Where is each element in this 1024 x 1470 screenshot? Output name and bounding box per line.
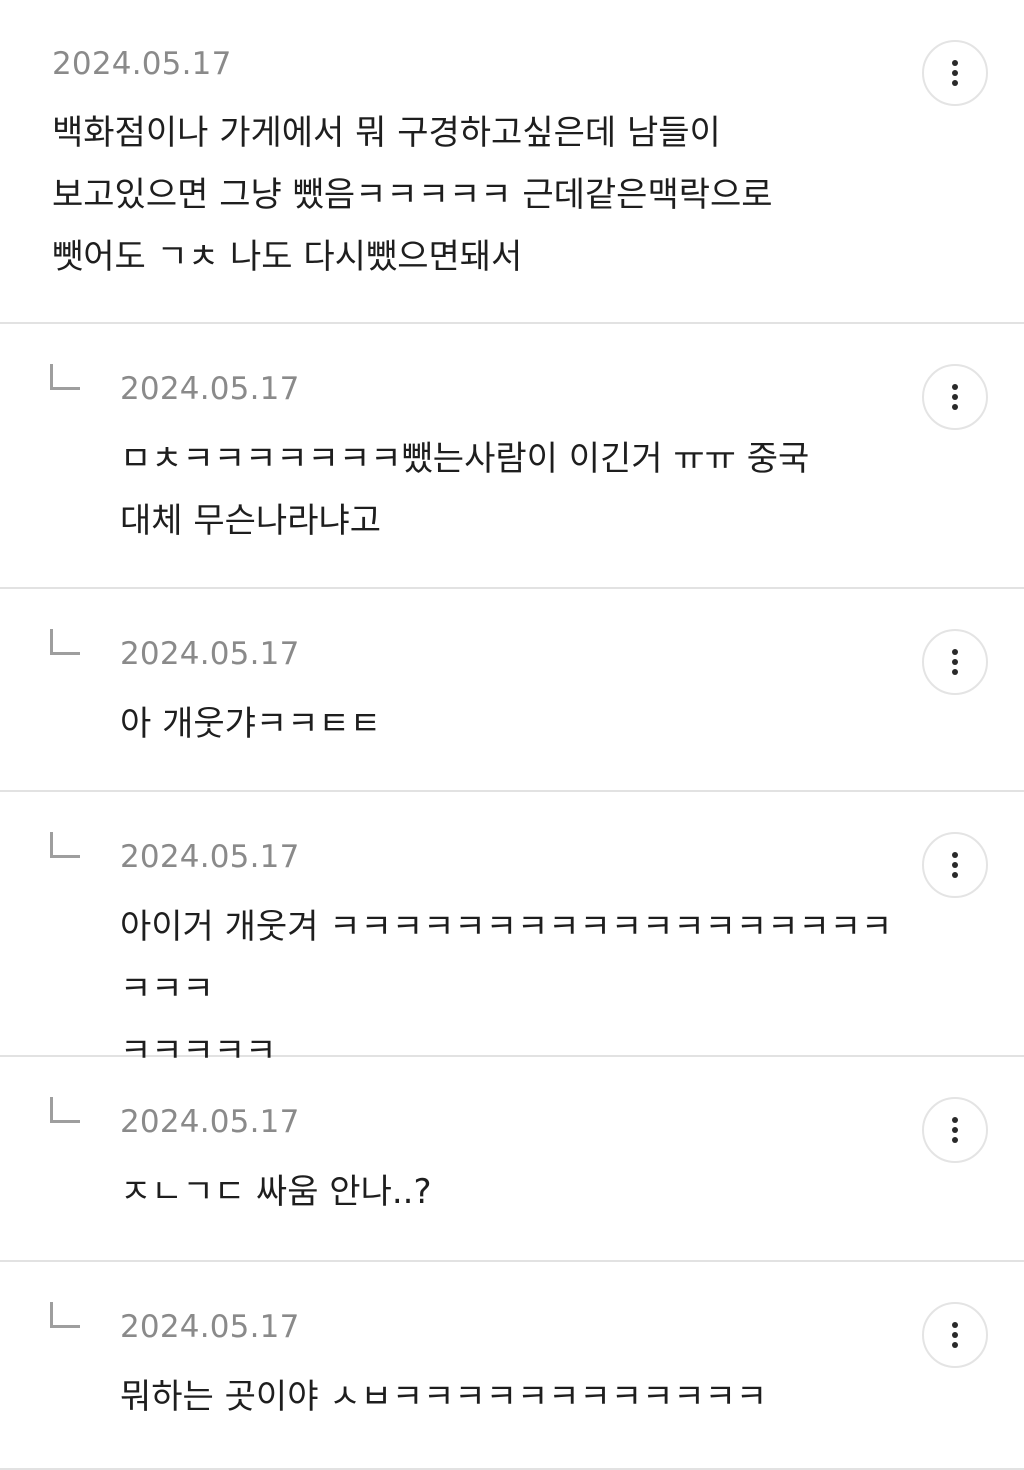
more-options-button[interactable]: [922, 832, 988, 898]
reply-arrow-icon: [50, 832, 80, 858]
comment-text: ㅁㅊㅋㅋㅋㅋㅋㅋㅋ뺐는사람이 이긴거 ㅠㅠ 중국 대체 무슨나라냐고: [120, 439, 810, 541]
reply-item: 2024.05.17 뭐하는 곳이야 ㅅㅂㅋㅋㅋㅋㅋㅋㅋㅋㅋㅋㅋㅋ: [0, 1262, 1024, 1470]
comment-text: 뭐하는 곳이야 ㅅㅂㅋㅋㅋㅋㅋㅋㅋㅋㅋㅋㅋㅋ: [120, 1377, 768, 1417]
reply-arrow-icon: [50, 364, 80, 390]
vertical-ellipsis-icon: [952, 1322, 958, 1348]
vertical-ellipsis-icon: [952, 852, 958, 878]
reply-item: 2024.05.17 아이거 개웃겨 ㅋㅋㅋㅋㅋㅋㅋㅋㅋㅋㅋㅋㅋㅋㅋㅋㅋㅋㅋㅋㅋ…: [0, 792, 1024, 1071]
comment-date: 2024.05.17: [120, 371, 300, 407]
more-options-button[interactable]: [922, 629, 988, 695]
reply-item: 2024.05.17 ㅈㄴㄱㄷ 싸움 안나..?: [0, 1057, 1024, 1262]
comment-text: 아 개웃갸ㅋㅋㅌㅌ: [120, 704, 382, 744]
more-options-button[interactable]: [922, 364, 988, 430]
reply-arrow-icon: [50, 1302, 80, 1328]
reply-arrow-icon: [50, 629, 80, 655]
comment-list: 2024.05.17 백화점이나 가게에서 뭐 구경하고싶은데 남들이 보고있으…: [0, 0, 1024, 1470]
comment-item: 2024.05.17 백화점이나 가게에서 뭐 구경하고싶은데 남들이 보고있으…: [0, 0, 1024, 324]
vertical-ellipsis-icon: [952, 1117, 958, 1143]
vertical-ellipsis-icon: [952, 60, 958, 86]
more-options-button[interactable]: [922, 40, 988, 106]
reply-item: 2024.05.17 아 개웃갸ㅋㅋㅌㅌ: [0, 589, 1024, 792]
comment-text: 아이거 개웃겨 ㅋㅋㅋㅋㅋㅋㅋㅋㅋㅋㅋㅋㅋㅋㅋㅋㅋㅋㅋㅋㅋ ㅋㅋㅋㅋㅋ: [120, 907, 893, 1071]
more-options-button[interactable]: [922, 1097, 988, 1163]
comment-date: 2024.05.17: [120, 1309, 300, 1345]
comment-date: 2024.05.17: [120, 839, 300, 875]
comment-date: 2024.05.17: [120, 636, 300, 672]
comment-date: 2024.05.17: [120, 1104, 300, 1140]
vertical-ellipsis-icon: [952, 649, 958, 675]
vertical-ellipsis-icon: [952, 384, 958, 410]
comment-date: 2024.05.17: [52, 46, 232, 82]
comment-text: 백화점이나 가게에서 뭐 구경하고싶은데 남들이 보고있으면 그냥 뺐음ㅋㅋㅋㅋ…: [52, 113, 773, 277]
comment-text: ㅈㄴㄱㄷ 싸움 안나..?: [120, 1172, 432, 1212]
reply-item: 2024.05.17 ㅁㅊㅋㅋㅋㅋㅋㅋㅋ뺐는사람이 이긴거 ㅠㅠ 중국 대체 무…: [0, 324, 1024, 589]
reply-arrow-icon: [50, 1097, 80, 1123]
more-options-button[interactable]: [922, 1302, 988, 1368]
